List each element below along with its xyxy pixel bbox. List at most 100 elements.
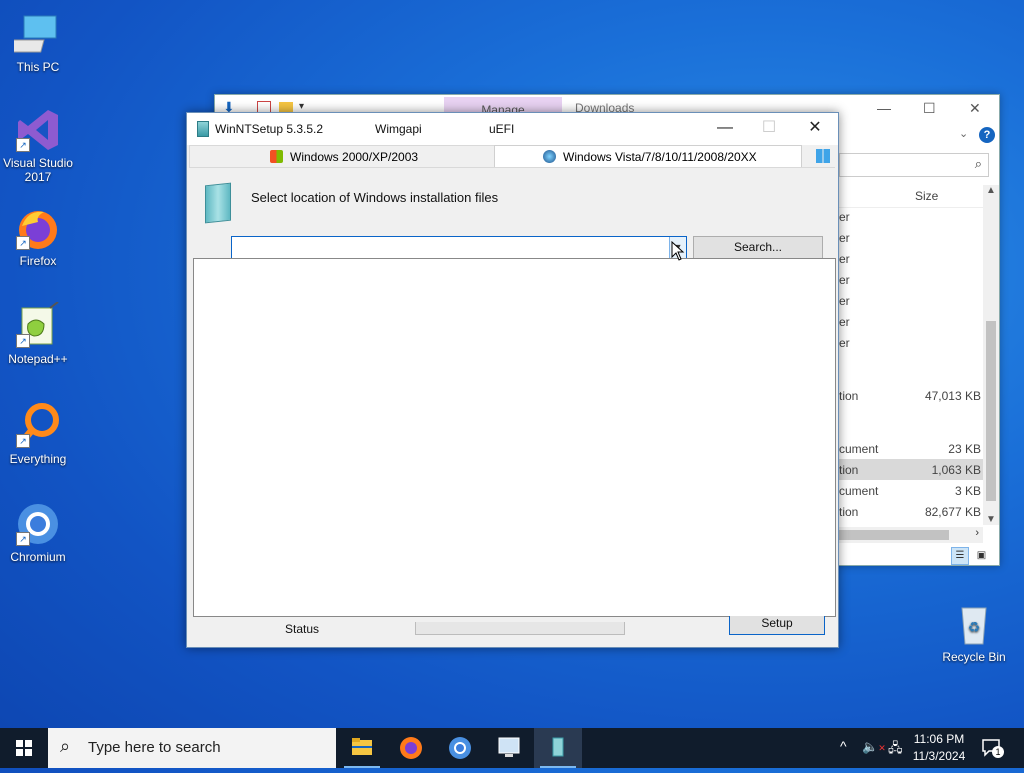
taskbar-clock[interactable]: 11:06 PM 11/3/2024 [904,731,974,765]
minimize-icon[interactable]: — [705,117,745,141]
file-row[interactable]: tion 47,013 KB [839,385,983,406]
clock-time: 11:06 PM [913,732,965,746]
setup-panel: Select location of Windows installation … [189,167,836,646]
clock-date: 11/3/2024 [912,749,966,763]
desktop-icon-label: Chromium [10,550,66,564]
close-icon[interactable]: ✕ [795,117,835,141]
taskbar-chromium[interactable] [436,728,484,768]
file-row[interactable]: tion 82,677 KB [839,501,983,522]
network-icon[interactable]: 🖧 [888,739,903,761]
vertical-scrollbar[interactable]: ▲ ▼ [983,185,999,525]
file-row[interactable]: er [839,206,983,227]
scrollbar-thumb[interactable] [839,530,949,540]
windows-logo-icon[interactable] [816,149,830,163]
desktop-icon-label: This PC [16,60,60,74]
wimgapi-menu[interactable]: Wimgapi [375,122,422,136]
customize-toolbar-icon[interactable]: ▾ [299,101,304,112]
volume-muted-icon[interactable]: 🔈✕ [862,739,886,755]
desktop-icon-notepadpp[interactable]: ↗ Notepad++ [0,301,76,366]
computer-icon [6,10,62,58]
search-icon: ⌕ [60,736,71,756]
status-label: Status [285,622,320,636]
file-row[interactable]: cument 3 KB [839,480,983,501]
monitor-icon [498,737,520,757]
file-row[interactable]: er [839,269,983,290]
action-center-button[interactable]: 1 [980,736,1004,758]
desktop-icon-label: Recycle Bin [942,650,1006,664]
search-placeholder: Type here to search [88,739,221,756]
mouse-cursor-icon [671,240,685,266]
file-row[interactable]: er [839,248,983,269]
explorer-search-input[interactable]: ⌕ [839,153,989,177]
setup-button[interactable]: Setup [729,616,825,635]
window-title: WinNTSetup 5.3.5.2 [215,122,324,136]
large-icons-view-icon[interactable]: ▣ [973,548,989,564]
scroll-down-icon[interactable]: ▼ [986,514,996,525]
desktop-icon-everything[interactable]: ↗ Everything [0,402,76,466]
desktop-icon-label: Notepad++ [8,352,68,366]
desktop-icon-firefox[interactable]: ↗ Firefox [0,204,76,268]
taskbar-file-explorer[interactable] [338,728,386,768]
status-progress-bar [415,622,625,635]
help-icon[interactable]: ? [979,127,995,143]
visual-studio-icon: ↗ [14,106,62,154]
chromium-icon: ↗ [14,500,62,548]
section-heading: Select location of Windows installation … [251,190,499,205]
taskbar-search-box[interactable]: ⌕ Type here to search [48,728,336,768]
winntsetup-titlebar[interactable]: WinNTSetup 5.3.5.2 Wimgapi uEFI — ☐ ✕ [187,113,838,145]
uefi-menu[interactable]: uEFI [489,122,514,136]
shortcut-arrow-icon: ↗ [16,236,30,250]
file-row[interactable]: er [839,290,983,311]
install-source-book-icon [205,182,231,224]
winntsetup-app-icon [197,121,209,137]
windows-vista-orb-icon [543,150,556,163]
everything-search-icon: ↗ [14,402,62,450]
taskbar-firefox[interactable] [387,728,435,768]
svg-text:♻: ♻ [968,619,981,635]
shortcut-arrow-icon: ↗ [16,434,30,448]
winntsetup-window[interactable]: WinNTSetup 5.3.5.2 Wimgapi uEFI — ☐ ✕ Wi… [186,112,839,648]
desktop-icon-visual-studio[interactable]: ↗ Visual Studio 2017 [0,106,76,184]
firefox-icon: ↗ [14,204,62,252]
start-button[interactable] [0,728,48,768]
column-header-size[interactable]: Size [839,183,983,208]
windows-xp-flag-icon [270,150,283,163]
search-button[interactable]: Search... [693,236,823,259]
desktop-icon-recycle-bin[interactable]: ♻ Recycle Bin [936,600,1012,664]
scrollbar-thumb[interactable] [986,321,996,501]
taskbar: ⌕ Type here to search ^ 🔈✕ 🖧 11:06 PM 11… [0,728,1024,768]
notification-count-badge: 1 [992,746,1004,758]
file-row[interactable]: cument 23 KB [839,438,983,459]
taskbar-remote-desktop[interactable] [485,728,533,768]
install-source-combobox[interactable]: ▼ [231,236,687,259]
notepadpp-icon: ↗ [14,301,62,350]
os-tabs: Windows 2000/XP/2003 Windows Vista/7/8/1… [189,145,835,168]
maximize-icon[interactable]: ☐ [923,100,936,117]
tab-windows-vista-plus[interactable]: Windows Vista/7/8/10/11/2008/20XX [494,145,802,168]
expand-ribbon-chevron-icon[interactable]: ⌄ [959,127,968,140]
recycle-bin-icon: ♻ [950,600,998,648]
file-row-selected[interactable]: tion 1,063 KB [839,459,983,480]
horizontal-scrollbar[interactable]: › [839,527,983,543]
tab-windows-xp[interactable]: Windows 2000/XP/2003 [189,145,495,168]
desktop-icon-label: Everything [9,452,67,466]
details-view-icon[interactable]: ☰ [951,547,969,565]
shortcut-arrow-icon: ↗ [16,334,30,348]
close-icon[interactable]: ✕ [969,100,981,117]
minimize-icon[interactable]: — [877,100,891,116]
desktop-icon-chromium[interactable]: ↗ Chromium [0,500,76,564]
file-row[interactable]: er [839,311,983,332]
chromium-icon [449,737,471,759]
scroll-up-icon[interactable]: ▲ [986,185,996,196]
scroll-right-icon[interactable]: › [975,527,979,539]
desktop-icon-label: Firefox [19,254,57,268]
folder-icon [352,738,372,755]
taskbar-winntsetup[interactable] [534,728,582,768]
file-row[interactable]: er [839,332,983,353]
shortcut-arrow-icon: ↗ [16,532,30,546]
install-source-dropdown-list[interactable] [193,258,836,617]
maximize-icon[interactable]: ☐ [749,117,789,141]
desktop-icon-this-pc[interactable]: This PC [0,10,76,74]
file-row[interactable]: er [839,227,983,248]
show-hidden-icons-chevron-icon[interactable]: ^ [840,738,847,754]
